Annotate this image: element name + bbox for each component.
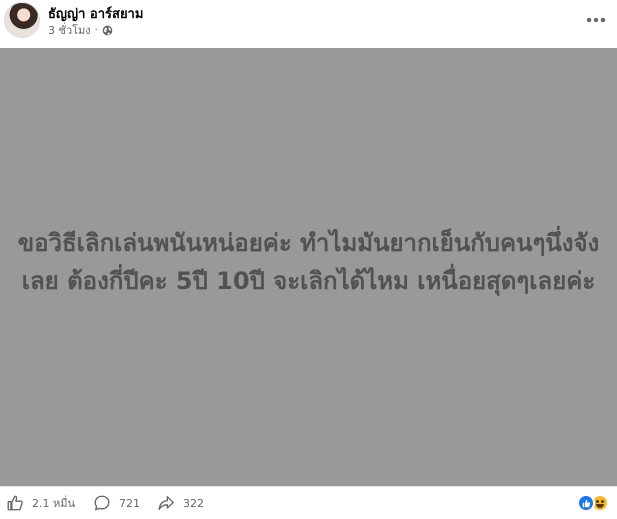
share-button[interactable]: 322 <box>157 494 204 512</box>
post-header: ธัญญ่า อาร์สยาม 3 ชั่วโมง · <box>0 0 617 48</box>
share-icon <box>158 496 174 510</box>
post-image[interactable]: ขอวิธีเลิกเล่นพนันหน่อยค่ะ ทำไมมันยากเย็… <box>0 48 617 486</box>
post-time[interactable]: 3 ชั่วโมง <box>48 21 91 39</box>
more-options-button[interactable] <box>582 6 610 34</box>
more-icon <box>586 17 606 23</box>
comment-count: 721 <box>119 496 140 510</box>
like-button[interactable]: 2.1 หมื่น <box>6 494 75 512</box>
post-actions-bar: 2.1 หมื่น 721 322 <box>0 486 617 519</box>
comment-button[interactable]: 721 <box>93 494 140 512</box>
post-image-text: ขอวิธีเลิกเล่นพนันหน่อยค่ะ ทำไมมันยากเย็… <box>17 229 600 295</box>
share-count: 322 <box>183 496 204 510</box>
meta-separator: · <box>94 24 98 36</box>
globe-icon[interactable] <box>102 25 113 36</box>
avatar[interactable] <box>4 2 40 38</box>
like-reaction-icon <box>577 494 595 512</box>
thumbs-up-icon <box>7 495 23 511</box>
like-count: 2.1 หมื่น <box>32 497 76 510</box>
reaction-icons[interactable] <box>577 494 613 514</box>
comment-icon <box>94 495 110 511</box>
post-meta: 3 ชั่วโมง · <box>48 21 113 39</box>
